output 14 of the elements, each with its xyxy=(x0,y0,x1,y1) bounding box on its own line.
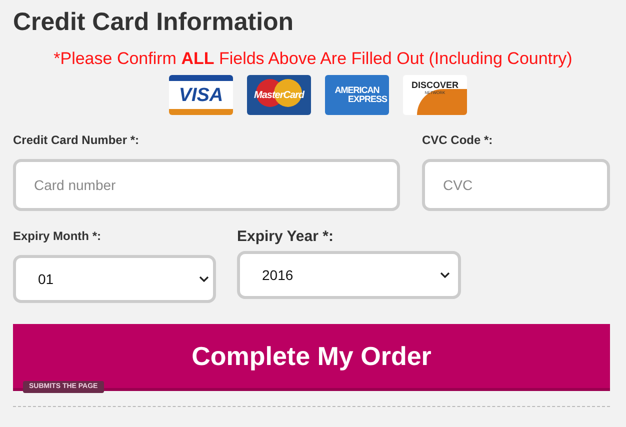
card-number-field[interactable]: Card number xyxy=(13,159,400,211)
chevron-down-icon xyxy=(440,272,450,278)
expiry-year-select[interactable]: 2016 xyxy=(237,251,461,299)
cvc-field[interactable]: CVC xyxy=(422,159,610,211)
field-label: CVC Code *: xyxy=(422,132,494,148)
notice-text: *Please Confirm ALL Fields Above Are Filled Out (Including Country) xyxy=(52,48,574,70)
field-label: Expiry Month *: xyxy=(13,228,102,244)
visa-logo: VISA xyxy=(169,75,233,115)
field-label: Expiry Year *: xyxy=(237,227,334,247)
amex-logo: AMERICAN EXPRESS xyxy=(325,75,389,115)
field-label: Credit Card Number *: xyxy=(13,132,140,148)
chevron-down-icon xyxy=(199,276,209,282)
expiry-month-select[interactable]: 01 xyxy=(13,255,216,303)
section-title: Credit Card Information xyxy=(13,7,295,38)
